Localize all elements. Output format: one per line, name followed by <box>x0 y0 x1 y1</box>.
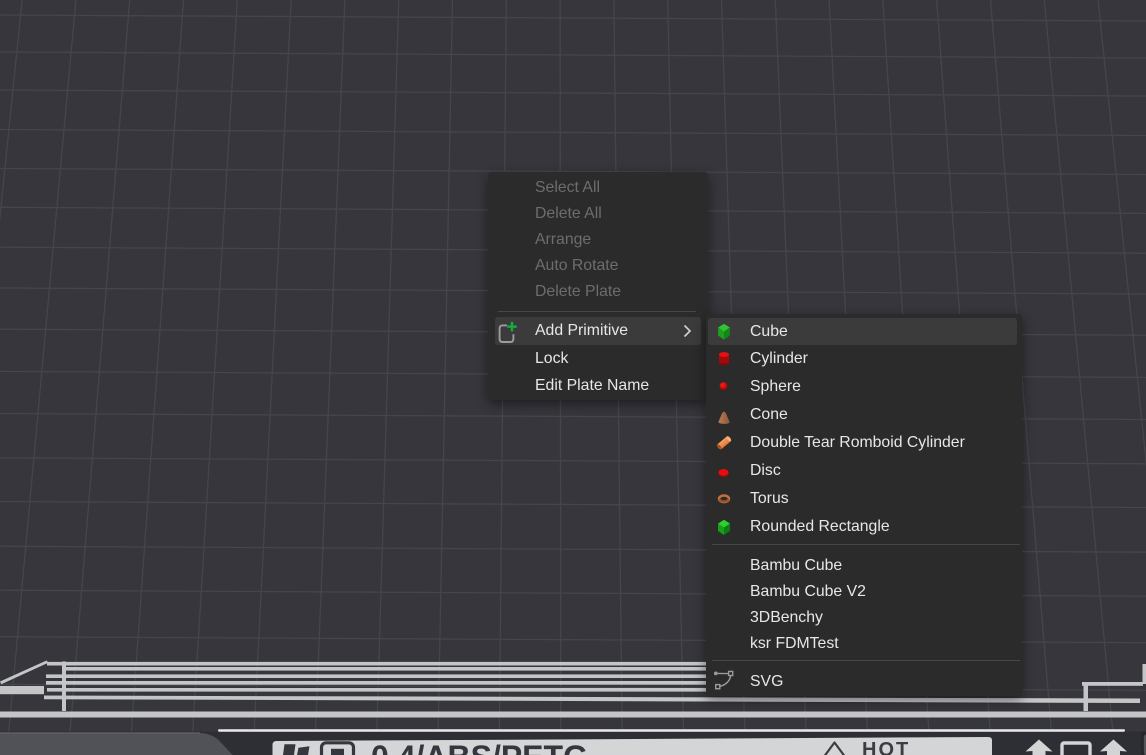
svg-text:0.4/ABS/PETG: 0.4/ABS/PETG <box>371 739 588 755</box>
svg-text:HOT: HOT <box>862 739 910 755</box>
